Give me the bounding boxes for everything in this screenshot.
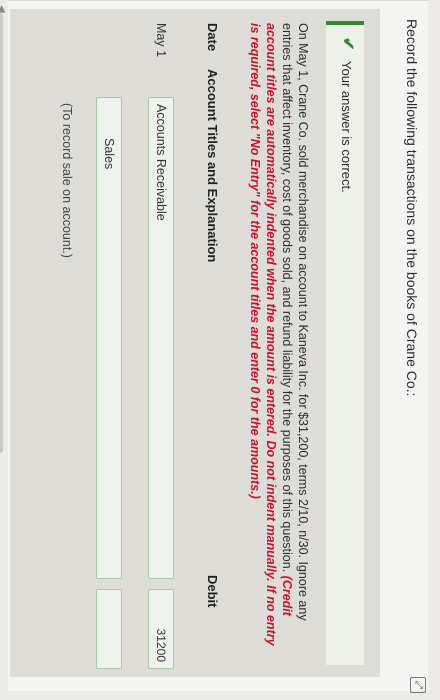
row1-account-input[interactable]: Accounts Receivable — [148, 97, 174, 579]
row1-debit-input[interactable]: 31200 — [148, 589, 174, 669]
expand-icon[interactable]: ⤢ — [410, 677, 426, 693]
correct-feedback: ✔ Your answer is correct. — [326, 21, 364, 665]
header-date: Date — [205, 23, 220, 52]
horizontal-scrollbar[interactable] — [0, 13, 3, 453]
checkmark-icon: ✔ — [339, 37, 356, 51]
problem-text: On May 1, Crane Co. sold merchandise on … — [280, 23, 310, 621]
question-card: Record the following transactions on the… — [0, 0, 428, 693]
rotated-page: Record the following transactions on the… — [0, 0, 440, 700]
problem-statement: On May 1, Crane Co. sold merchandise on … — [247, 23, 311, 659]
row1-account: Accounts Receivable — [154, 104, 168, 221]
row2-debit-input[interactable] — [96, 589, 122, 669]
scroll-left-icon[interactable]: ◀ — [0, 5, 7, 13]
instruction-text: Record the following transactions on the… — [404, 19, 420, 397]
row1-date: May 1 — [154, 23, 168, 58]
header-account: Account Titles and Explanation — [205, 69, 220, 263]
feedback-text: Your answer is correct. — [339, 61, 354, 193]
entry-explanation: (To record sale on account.) — [60, 103, 74, 258]
row2-account: Sales — [102, 138, 116, 170]
row1-debit: 31200 — [154, 628, 168, 662]
row2-account-input[interactable]: Sales — [96, 97, 122, 579]
header-debit: Debit — [205, 575, 220, 608]
